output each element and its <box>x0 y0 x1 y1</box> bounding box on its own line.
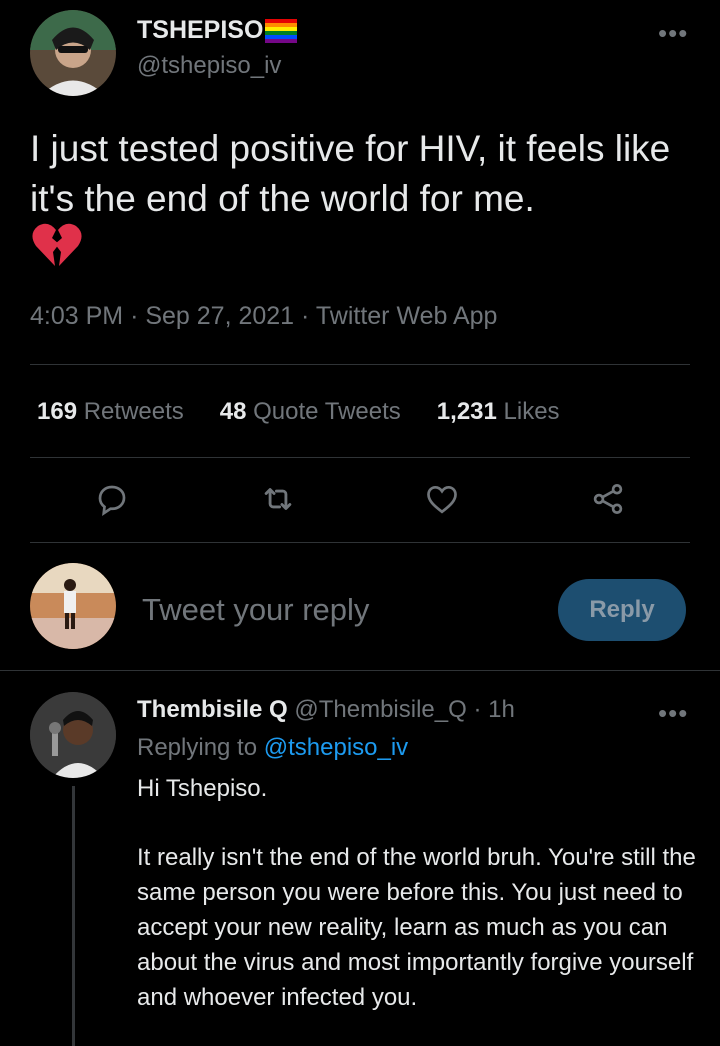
reply-author-avatar[interactable] <box>30 692 116 778</box>
reply-greeting: Hi Tshepiso. <box>137 775 268 802</box>
broken-heart-icon <box>32 222 82 270</box>
retweets-count: 169 <box>37 398 78 425</box>
meta-separator: · <box>301 302 310 330</box>
rainbow-flag-icon <box>265 18 298 43</box>
tweet-text: I just tested positive for HIV, it feels… <box>30 128 671 219</box>
quote-tweets-count: 48 <box>219 398 247 425</box>
share-icon[interactable] <box>586 477 630 521</box>
reply-time[interactable]: 1h <box>488 696 515 723</box>
current-user-avatar[interactable] <box>30 563 116 649</box>
quote-tweets-stat[interactable]: 48 Quote Tweets <box>220 398 401 426</box>
likes-stat[interactable]: 1,231 Likes <box>437 398 560 426</box>
thread-line <box>72 786 75 1046</box>
replying-to-handle[interactable]: @tshepiso_iv <box>264 734 408 761</box>
tweet-time[interactable]: 4:03 PM <box>30 302 123 330</box>
replying-to-label: Replying to <box>137 734 258 761</box>
more-options-icon[interactable]: ••• <box>658 18 688 49</box>
meta-separator: · <box>130 302 139 330</box>
reply-author-name[interactable]: Thembisile Q <box>137 696 288 723</box>
author-name[interactable]: TSHEPISO <box>137 16 263 45</box>
author-avatar[interactable] <box>30 10 116 96</box>
quote-tweets-label: Quote Tweets <box>253 398 401 425</box>
divider <box>30 542 690 543</box>
retweet-icon[interactable] <box>256 477 300 521</box>
reply-text: It really isn't the end of the world bru… <box>137 844 696 1011</box>
tweet-date[interactable]: Sep 27, 2021 <box>145 302 294 330</box>
divider <box>0 670 720 671</box>
retweets-label: Retweets <box>83 398 184 425</box>
reply-more-options-icon[interactable]: ••• <box>658 698 688 729</box>
like-icon[interactable] <box>420 477 464 521</box>
author-handle[interactable]: @tshepiso_iv <box>137 52 281 80</box>
reply-icon[interactable] <box>90 477 134 521</box>
divider <box>30 457 690 458</box>
reply-input[interactable]: Tweet your reply <box>142 592 369 628</box>
tweet-source[interactable]: Twitter Web App <box>316 302 498 330</box>
meta-separator: · <box>473 696 482 723</box>
divider <box>30 364 690 365</box>
reply-author-handle[interactable]: @Thembisile_Q <box>294 696 466 723</box>
retweets-stat[interactable]: 169 Retweets <box>37 398 184 426</box>
likes-label: Likes <box>503 398 560 425</box>
reply-button[interactable]: Reply <box>558 579 686 641</box>
likes-count: 1,231 <box>436 398 497 425</box>
